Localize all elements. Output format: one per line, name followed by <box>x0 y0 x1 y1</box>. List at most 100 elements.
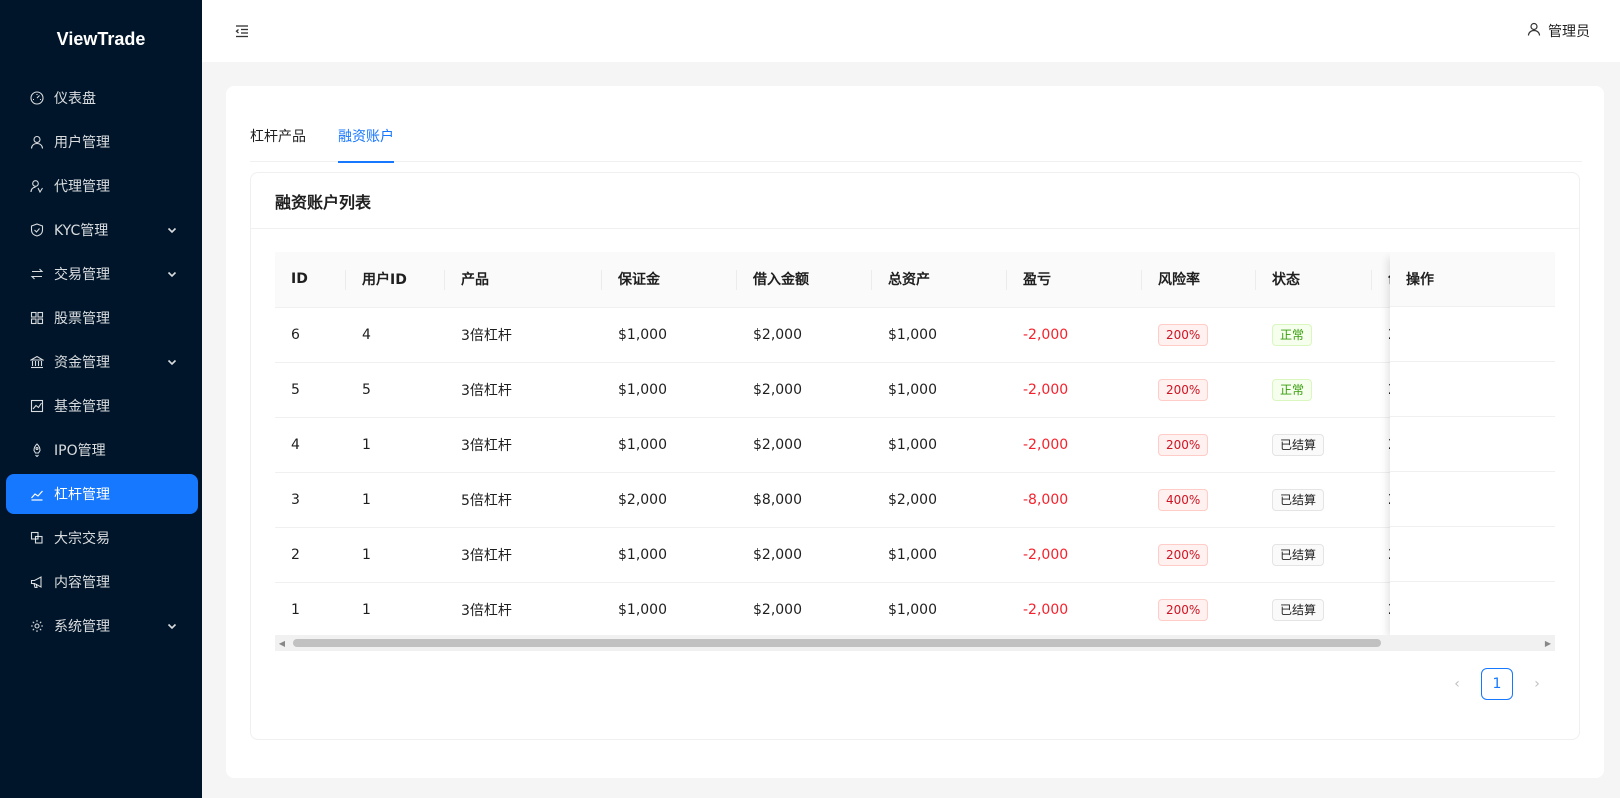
chevron-down-icon[interactable] <box>166 356 178 368</box>
rocket-icon <box>30 443 44 457</box>
cell-product: 3倍杠杆 <box>445 527 602 583</box>
cell-risk: 200% <box>1142 362 1256 418</box>
cell-id: 1 <box>275 582 346 638</box>
column-header-label: 状态 <box>1272 272 1300 289</box>
cell-product: 3倍杠杆 <box>445 417 602 473</box>
sidebar-item-label: 杠杆管理 <box>54 487 110 503</box>
scroll-right-arrow-icon[interactable]: ▶ <box>1543 638 1553 648</box>
column-header[interactable]: 借入金额 <box>737 252 872 308</box>
tab-0[interactable]: 杠杆产品 <box>250 120 306 162</box>
user-name: 管理员 <box>1548 24 1590 40</box>
table-header-row: ID用户ID产品保证金借入金额总资产盈亏风险率状态创 <box>275 252 1555 308</box>
table-row[interactable]: 213倍杠杆$1,000$2,000$1,000-2,000200%已结算2( <box>275 527 1555 583</box>
action-cell <box>1390 527 1555 582</box>
column-header[interactable]: ID <box>275 252 346 308</box>
cell-total: $1,000 <box>872 307 1007 363</box>
chevron-down-icon[interactable] <box>166 268 178 280</box>
cell-total: $1,000 <box>872 362 1007 418</box>
sidebar-item-7[interactable]: 基金管理 <box>6 386 198 426</box>
sidebar-item-8[interactable]: IPO管理 <box>6 430 198 470</box>
cell-total: $2,000 <box>872 472 1007 528</box>
cell-total: $1,000 <box>872 582 1007 638</box>
cell-pnl: -2,000 <box>1007 582 1142 638</box>
column-header-label: 保证金 <box>618 272 660 289</box>
table-row[interactable]: 113倍杠杆$1,000$2,000$1,000-2,000200%已结算2( <box>275 582 1555 638</box>
cell-status: 已结算 <box>1256 582 1372 638</box>
page-button-current[interactable]: 1 <box>1481 668 1513 700</box>
cell-user-id: 5 <box>346 362 445 418</box>
user-icon <box>1527 22 1548 40</box>
table-row[interactable]: 413倍杠杆$1,000$2,000$1,000-2,000200%已结算2( <box>275 417 1555 473</box>
card-title: 融资账户列表 <box>251 173 1579 229</box>
cell-borrowed: $2,000 <box>737 527 872 583</box>
sidebar-item-3[interactable]: KYC管理 <box>6 210 198 250</box>
next-page-button[interactable]: › <box>1521 668 1553 700</box>
column-header[interactable]: 用户ID <box>346 252 445 308</box>
scroll-left-arrow-icon[interactable]: ◀ <box>277 638 287 648</box>
sidebar-item-1[interactable]: 用户管理 <box>6 122 198 162</box>
app-logo[interactable]: ViewTrade <box>0 0 202 78</box>
menu-fold-icon[interactable] <box>234 23 250 39</box>
user-menu[interactable]: 管理员 <box>1527 21 1590 41</box>
column-header[interactable]: 总资产 <box>872 252 1007 308</box>
column-header[interactable]: 产品 <box>445 252 602 308</box>
risk-rate-badge: 200% <box>1158 433 1209 456</box>
cell-status: 已结算 <box>1256 417 1372 473</box>
cell-borrowed: $2,000 <box>737 307 872 363</box>
swap-icon <box>30 267 44 281</box>
column-header-actions: 操作 <box>1390 252 1555 307</box>
sidebar-item-4[interactable]: 交易管理 <box>6 254 198 294</box>
user-icon <box>30 135 44 149</box>
column-header-label: ID <box>291 271 308 288</box>
sidebar-item-label: 内容管理 <box>54 575 110 591</box>
cell-borrowed: $2,000 <box>737 362 872 418</box>
sidebar-item-label: 资金管理 <box>54 355 110 371</box>
cell-product: 3倍杠杆 <box>445 307 602 363</box>
action-cell <box>1390 307 1555 362</box>
cell-product: 3倍杠杆 <box>445 362 602 418</box>
sidebar-item-6[interactable]: 资金管理 <box>6 342 198 382</box>
sidebar-item-2[interactable]: 代理管理 <box>6 166 198 206</box>
sidebar-item-9[interactable]: 杠杆管理 <box>6 474 198 514</box>
tab-1[interactable]: 融资账户 <box>338 120 394 163</box>
scrollbar-thumb[interactable] <box>293 639 1381 647</box>
sidebar-item-5[interactable]: 股票管理 <box>6 298 198 338</box>
cell-status: 正常 <box>1256 307 1372 363</box>
cell-pnl: -2,000 <box>1007 362 1142 418</box>
column-header-label: 总资产 <box>888 272 930 289</box>
tab-bar: 杠杆产品 融资账户 <box>250 120 1582 163</box>
cell-product: 5倍杠杆 <box>445 472 602 528</box>
chevron-down-icon[interactable] <box>166 224 178 236</box>
action-cell <box>1390 582 1555 637</box>
status-badge: 正常 <box>1272 323 1313 346</box>
column-header-label: 风险率 <box>1158 272 1200 289</box>
sidebar-item-label: IPO管理 <box>54 443 106 459</box>
sidebar-item-0[interactable]: 仪表盘 <box>6 78 198 118</box>
sidebar-item-label: KYC管理 <box>54 223 109 239</box>
column-header[interactable]: 保证金 <box>602 252 737 308</box>
prev-page-button[interactable]: ‹ <box>1441 668 1473 700</box>
column-header[interactable]: 盈亏 <box>1007 252 1142 308</box>
column-header[interactable]: 风险率 <box>1142 252 1256 308</box>
sidebar-item-11[interactable]: 内容管理 <box>6 562 198 602</box>
cell-status: 正常 <box>1256 362 1372 418</box>
table-row[interactable]: 315倍杠杆$2,000$8,000$2,000-8,000400%已结算2( <box>275 472 1555 528</box>
sidebar-item-10[interactable]: 大宗交易 <box>6 518 198 558</box>
risk-rate-badge: 200% <box>1158 543 1209 566</box>
column-header-label: 用户ID <box>362 272 407 289</box>
cell-id: 3 <box>275 472 346 528</box>
shield-icon <box>30 223 44 237</box>
cell-risk: 200% <box>1142 307 1256 363</box>
bank-icon <box>30 355 44 369</box>
horizontal-scrollbar[interactable]: ◀ ▶ <box>275 635 1555 651</box>
dashboard-icon <box>30 91 44 105</box>
sidebar-item-12[interactable]: 系统管理 <box>6 606 198 646</box>
cell-borrowed: $8,000 <box>737 472 872 528</box>
cell-id: 2 <box>275 527 346 583</box>
sidebar-item-label: 代理管理 <box>54 179 110 195</box>
chevron-down-icon[interactable] <box>166 620 178 632</box>
column-header[interactable]: 状态 <box>1256 252 1372 308</box>
table-row[interactable]: 553倍杠杆$1,000$2,000$1,000-2,000200%正常2( <box>275 362 1555 418</box>
column-header-label: 产品 <box>461 272 489 289</box>
table-row[interactable]: 643倍杠杆$1,000$2,000$1,000-2,000200%正常2( <box>275 307 1555 363</box>
